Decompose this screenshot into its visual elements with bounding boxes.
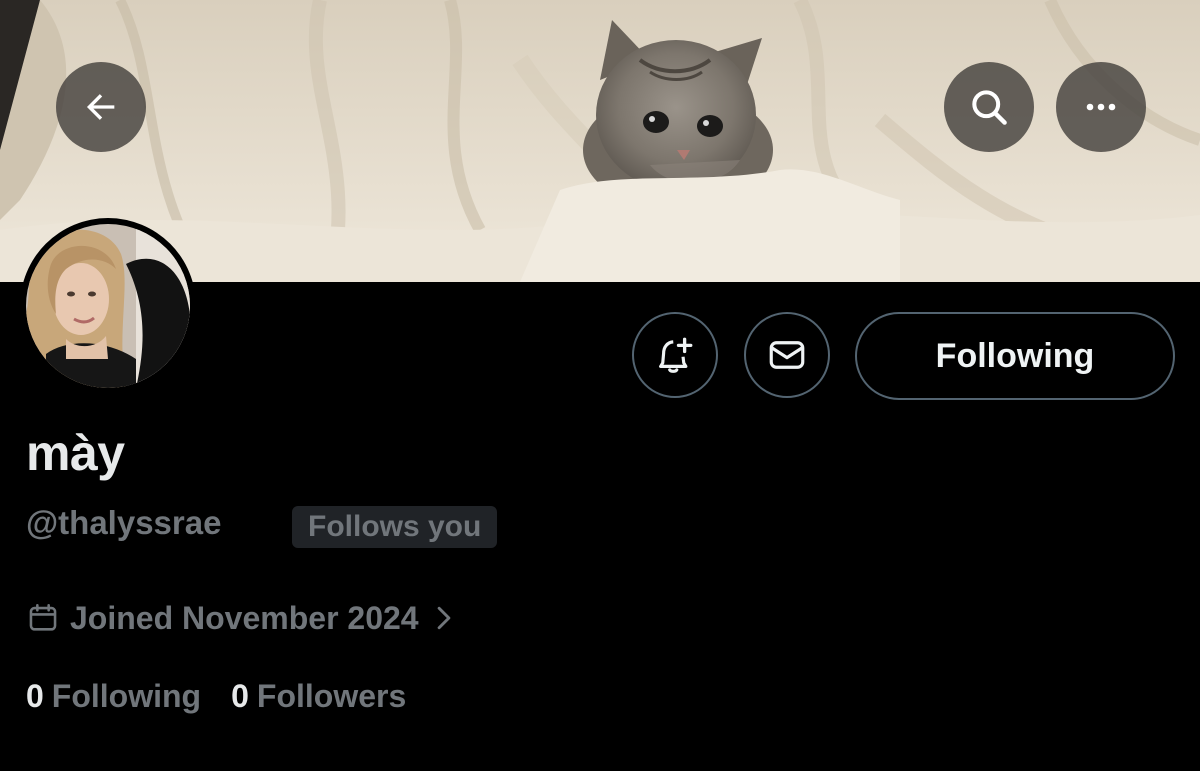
- more-horizontal-icon: [1086, 103, 1116, 111]
- avatar-image: [26, 224, 190, 388]
- arrow-left-icon: [86, 94, 115, 120]
- banner-image: [0, 0, 1200, 282]
- following-button[interactable]: Following: [855, 312, 1175, 400]
- bell-plus-icon: [659, 337, 693, 373]
- envelope-icon: [769, 341, 805, 369]
- back-button[interactable]: [56, 62, 146, 152]
- chevron-right-icon: [433, 605, 455, 631]
- search-button[interactable]: [944, 62, 1034, 152]
- avatar[interactable]: [20, 218, 196, 394]
- followers-count-link[interactable]: 0 Followers: [231, 678, 406, 715]
- follow-stats: 0 Following 0 Followers: [26, 678, 406, 715]
- joined-date[interactable]: Joined November 2024: [26, 596, 455, 640]
- following-count-link[interactable]: 0 Following: [26, 678, 201, 715]
- user-handle: @thalyssrae: [26, 504, 222, 541]
- follows-you-badge: Follows you: [292, 506, 498, 548]
- message-button[interactable]: [744, 312, 830, 398]
- followers-label: Followers: [256, 678, 407, 714]
- profile-banner[interactable]: [0, 0, 1200, 282]
- following-label: Following: [51, 678, 202, 714]
- calendar-icon: [26, 601, 60, 635]
- search-icon: [972, 90, 1007, 125]
- notify-button[interactable]: [632, 312, 718, 398]
- following-count: 0: [26, 678, 44, 714]
- display-name: mày: [26, 425, 125, 481]
- more-button[interactable]: [1056, 62, 1146, 152]
- followers-count: 0: [231, 678, 249, 714]
- joined-text: Joined November 2024: [70, 599, 419, 636]
